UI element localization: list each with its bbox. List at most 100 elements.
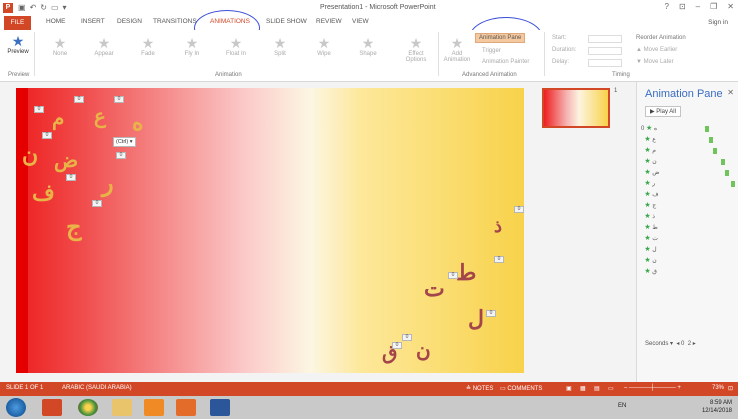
animation-painter-button[interactable]: Animation Painter — [482, 59, 529, 65]
effect-label: Split — [274, 51, 286, 57]
star-icon: ★ — [644, 180, 651, 187]
effect-shape[interactable]: ★ Shape — [352, 35, 384, 57]
language-indicator[interactable]: ARABIC (SAUDI ARABIA) — [62, 385, 132, 391]
letter-ha[interactable]: ه — [132, 110, 144, 136]
play-all-button[interactable]: ▶ Play All — [645, 106, 681, 117]
redo-icon[interactable]: ↻ — [40, 3, 47, 12]
tab-transitions[interactable]: TRANSITIONS — [153, 18, 197, 25]
system-clock[interactable]: 8:59 AM 12/14/2018 — [702, 399, 732, 415]
animation-list-item[interactable]: ★ ف — [641, 190, 737, 200]
comments-button[interactable]: ▭ COMMENTS — [500, 385, 542, 392]
timeline-bar — [713, 148, 717, 154]
effect-fade[interactable]: ★ Fade — [132, 35, 164, 57]
letter-jim[interactable]: ج — [66, 212, 82, 241]
zoom-level[interactable]: 73% — [712, 385, 724, 391]
item-label: ض — [652, 170, 660, 176]
zoom-slider[interactable]: – ─────┼───── + — [624, 385, 681, 391]
animation-list-item[interactable]: ★ ن — [641, 157, 737, 167]
restore-button[interactable]: ❐ — [710, 2, 717, 11]
sign-in-link[interactable]: Sign in — [708, 19, 728, 26]
duration-spinner[interactable] — [588, 47, 622, 55]
preview-button[interactable]: ★ Preview — [4, 33, 32, 55]
letter-lam[interactable]: ل — [468, 306, 484, 332]
slide-sorter-icon[interactable]: ▦ — [580, 385, 586, 392]
normal-view-icon[interactable]: ▣ — [566, 385, 572, 392]
animation-list-item[interactable]: ★ ت — [641, 234, 737, 244]
effect-appear[interactable]: ★ Appear — [88, 35, 120, 57]
paste-options-ctrl[interactable]: (Ctrl) ▾ — [113, 137, 136, 147]
reading-view-icon[interactable]: ▤ — [594, 385, 600, 392]
effect-split[interactable]: ★ Split — [264, 35, 296, 57]
input-language[interactable]: EN — [618, 403, 626, 409]
slide-thumbnail-1[interactable] — [542, 88, 610, 128]
trigger-button[interactable]: Trigger — [482, 48, 501, 54]
customize-qat-icon[interactable]: ▾ — [63, 3, 67, 12]
letter-ain[interactable]: ع — [94, 104, 106, 128]
effect-wipe[interactable]: ★ Wipe — [308, 35, 340, 57]
undo-icon[interactable]: ↶ — [30, 3, 37, 12]
seconds-dropdown[interactable]: Seconds ▾ — [645, 341, 673, 347]
letter-fa[interactable]: ف — [32, 180, 55, 206]
powerpoint-taskbar-icon[interactable] — [42, 399, 62, 416]
workspace: ه 0 ع 0 م 0 ن 0 ض 0 ر 0 ف 0 ج (Ctrl) ▾ ذ… — [0, 82, 738, 382]
close-button[interactable]: ✕ — [727, 2, 734, 11]
slide-canvas[interactable]: ه 0 ع 0 م 0 ن 0 ض 0 ر 0 ف 0 ج (Ctrl) ▾ ذ… — [16, 88, 524, 373]
animation-list-item[interactable]: ★ ن — [641, 256, 737, 266]
fit-to-window-icon[interactable]: ⊡ — [728, 385, 733, 392]
letter-nun[interactable]: ن — [22, 142, 38, 168]
star-icon: ★ — [97, 35, 111, 51]
move-later-button[interactable]: ▼ Move Later — [636, 59, 674, 65]
animation-list-item[interactable]: ★ ر — [641, 179, 737, 189]
tab-insert[interactable]: INSERT — [81, 18, 105, 25]
animation-list-item[interactable]: ★ م — [641, 146, 737, 156]
move-earlier-button[interactable]: ▲ Move Earlier — [636, 47, 677, 53]
letter-mim[interactable]: م — [52, 106, 64, 130]
letter-ta[interactable]: ط — [456, 260, 476, 286]
animation-list-item[interactable]: ★ ض — [641, 168, 737, 178]
minimize-button[interactable]: – — [696, 2, 700, 11]
file-explorer-taskbar-icon[interactable] — [112, 399, 132, 416]
animation-tag: 0 — [92, 200, 102, 207]
start-dropdown[interactable] — [588, 35, 622, 43]
media-taskbar-icon[interactable] — [176, 399, 196, 416]
animation-list-item[interactable]: ★ ع — [641, 135, 737, 145]
tab-review[interactable]: REVIEW — [316, 18, 342, 25]
ribbon-display-icon[interactable]: ⊡ — [679, 2, 686, 11]
tab-home[interactable]: HOME — [46, 18, 66, 25]
letter-dad[interactable]: ض — [54, 148, 78, 172]
animation-list-item[interactable]: ★ ذ — [641, 212, 737, 222]
letter-ra[interactable]: ر — [102, 168, 114, 197]
vlc-taskbar-icon[interactable] — [144, 399, 164, 416]
save-icon[interactable]: ▣ — [18, 3, 26, 12]
notes-button[interactable]: ≙ NOTES — [466, 385, 493, 392]
letter-te[interactable]: ت — [424, 276, 445, 302]
word-taskbar-icon[interactable] — [210, 399, 230, 416]
slide-show-icon[interactable]: ▭ — [608, 385, 614, 392]
animation-list-item[interactable]: ★ ق — [641, 267, 737, 277]
letter-dhal[interactable]: ذ — [494, 216, 502, 237]
tab-slide-show[interactable]: SLIDE SHOW — [266, 18, 307, 25]
effect-options-button[interactable]: ★ Effect Options — [398, 35, 434, 63]
tab-view[interactable]: VIEW — [352, 18, 369, 25]
start-button[interactable] — [6, 398, 26, 417]
animation-list-item[interactable]: ★ ط — [641, 223, 737, 233]
effect-float-in[interactable]: ★ Float In — [220, 35, 252, 57]
animation-list-item[interactable]: 0 ★ ه — [641, 124, 737, 134]
item-label: ذ — [652, 214, 655, 220]
chrome-taskbar-icon[interactable] — [78, 399, 98, 416]
close-icon[interactable]: ✕ — [727, 88, 734, 97]
animation-list-item[interactable]: ★ ج — [641, 201, 737, 211]
animation-list-item[interactable]: ★ ل — [641, 245, 737, 255]
animation-group-label: Animation — [215, 72, 242, 78]
effect-none[interactable]: ★ None — [44, 35, 76, 57]
help-icon[interactable]: ? — [665, 2, 669, 11]
tab-file[interactable]: FILE — [4, 16, 31, 30]
effect-fly-in[interactable]: ★ Fly In — [176, 35, 208, 57]
star-icon: ★ — [644, 235, 651, 242]
tab-design[interactable]: DESIGN — [117, 18, 142, 25]
animation-pane-button[interactable]: Animation Pane — [475, 33, 526, 43]
add-animation-button[interactable]: ★ Add Animation — [440, 35, 474, 63]
start-from-beginning-icon[interactable]: ▭ — [51, 3, 59, 12]
delay-spinner[interactable] — [588, 59, 622, 67]
letter-nun-2[interactable]: ن — [416, 338, 431, 362]
